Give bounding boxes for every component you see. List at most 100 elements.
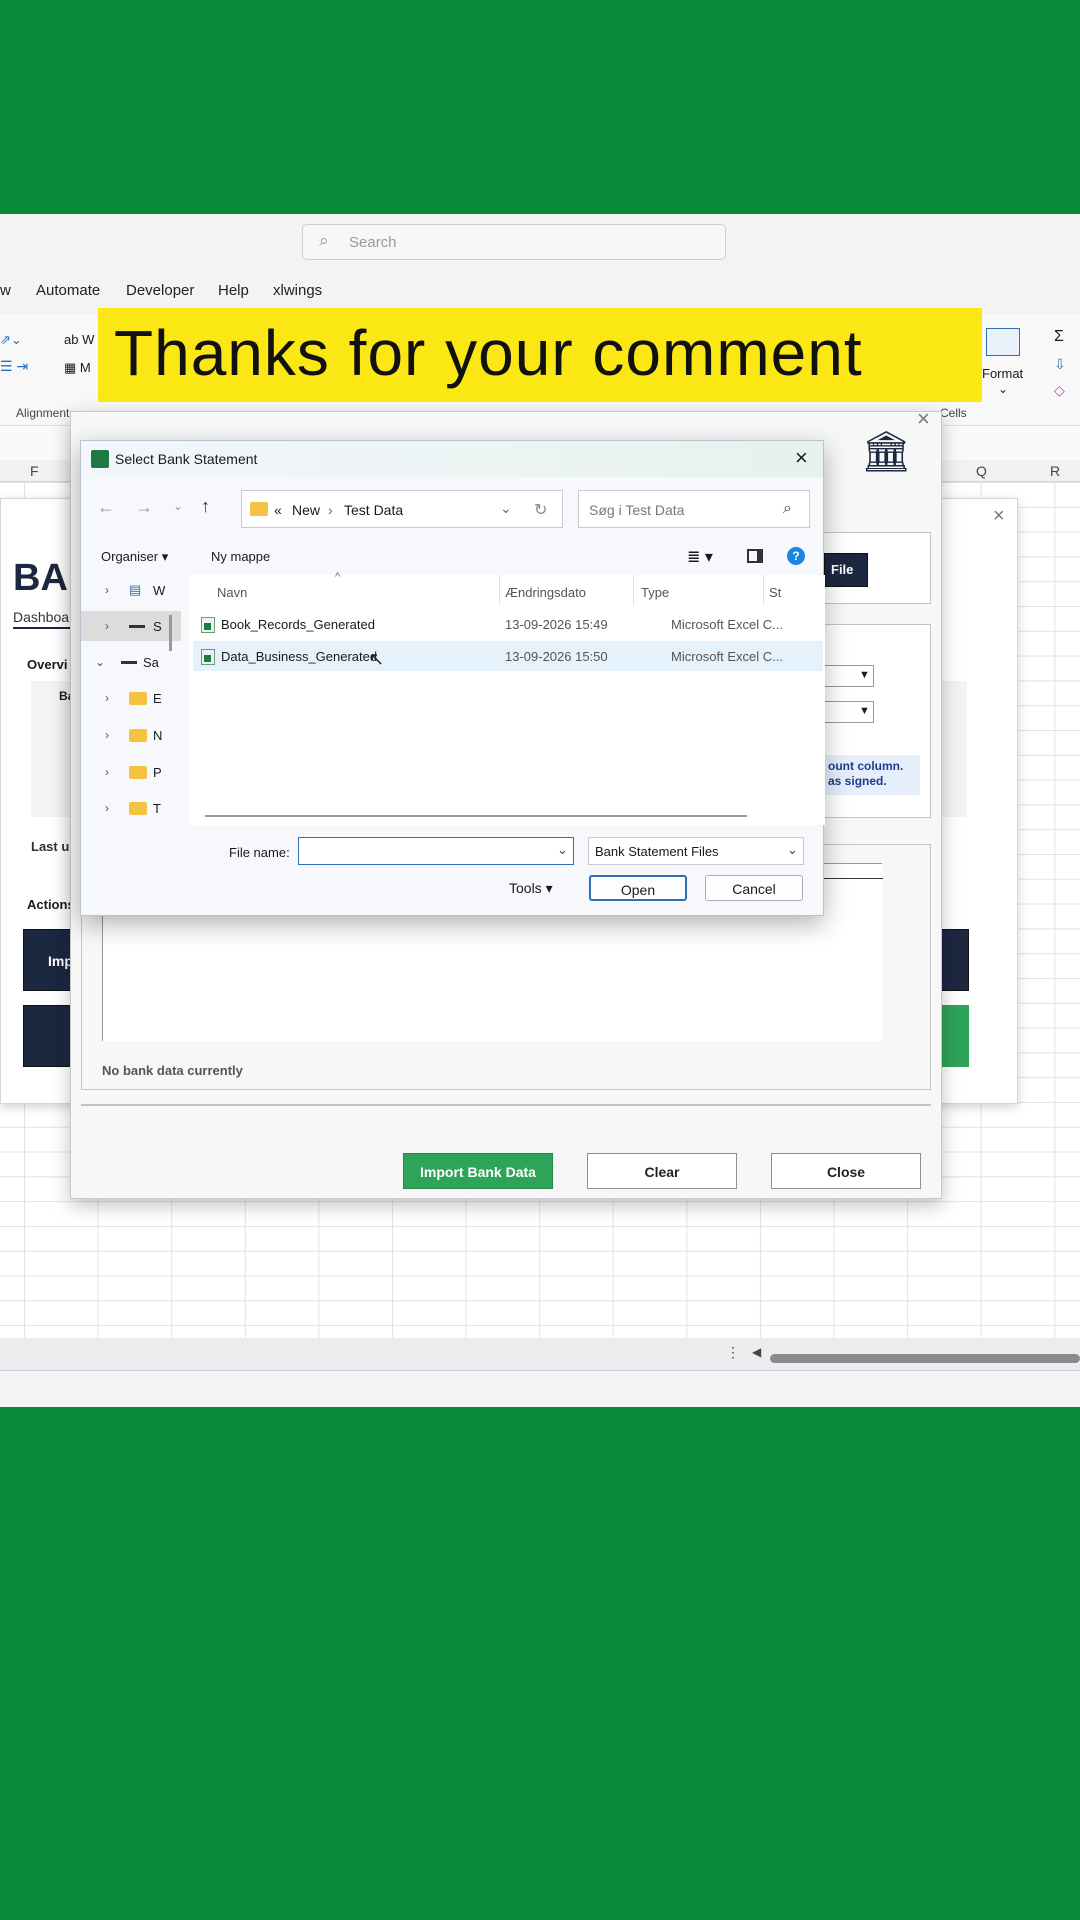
format-button[interactable]: Format [982, 366, 1023, 381]
forward-arrow-icon[interactable]: → [135, 497, 153, 518]
indent-icon[interactable]: ☰ ⇥ [0, 358, 28, 375]
dashboard-close-icon[interactable]: × [993, 505, 1005, 528]
folder-icon [129, 692, 147, 705]
wrap-text-label: W [82, 332, 95, 347]
drive-icon [121, 661, 137, 664]
dialog-search-input[interactable]: Søg i Test Data ⌕ [578, 490, 810, 528]
tree-item-3[interactable]: ⌄ Sa [81, 647, 181, 677]
merge-label: M [79, 360, 91, 375]
up-arrow-icon[interactable]: ↑ [201, 496, 210, 517]
menu-automate[interactable]: Automate [36, 282, 100, 299]
column-header-q[interactable]: Q [976, 463, 987, 479]
horizontal-scrollbar[interactable] [770, 1354, 1080, 1363]
fill-icon[interactable]: ⇩ [1054, 356, 1066, 373]
file-type-filter[interactable]: Bank Statement Files ⌄ [588, 837, 804, 865]
address-dropdown-icon[interactable]: ⌄ [500, 500, 512, 517]
import-bank-data-button[interactable]: Import Bank Data [403, 1153, 553, 1189]
tree-item-1[interactable]: › ▤ W [81, 575, 181, 605]
menu-help[interactable]: Help [218, 282, 249, 299]
tree-label: E [153, 691, 162, 706]
scroll-left-icon[interactable]: ◀ [752, 1345, 761, 1359]
column-separator [763, 575, 764, 605]
menu-view[interactable]: w [0, 282, 11, 299]
cancel-button[interactable]: Cancel [705, 875, 803, 901]
merge-button[interactable]: ▦ M [64, 360, 91, 376]
excel-file-icon [201, 617, 215, 633]
preview-pane-icon[interactable] [747, 549, 763, 563]
file-date: 13-09-2026 15:49 [505, 617, 608, 632]
title-bar: ⌕ Search [0, 214, 1080, 270]
dashboard-tab[interactable]: Dashboa [13, 609, 69, 625]
collapse-chevron-icon: ⌄ [95, 655, 106, 669]
tree-item-7[interactable]: › T [81, 793, 181, 823]
mouse-cursor-icon: ↖ [369, 649, 385, 669]
folder-icon [129, 766, 147, 779]
breadcrumb-new[interactable]: New [292, 502, 320, 518]
bank-icon: 🏛 [861, 430, 912, 474]
column-header-f[interactable]: F [30, 463, 39, 479]
bank-form-close-icon[interactable]: × [917, 406, 930, 432]
excel-search-box[interactable]: ⌕ Search [302, 224, 726, 260]
setting-dropdown-1[interactable]: ▼ [824, 665, 874, 687]
breadcrumb-prefix: « [274, 502, 282, 518]
file-list: ^ Navn Ændringsdato Type St Book_Records… [189, 571, 825, 825]
column-date-header[interactable]: Ændringsdato [505, 585, 586, 600]
dashboard-action-button-3[interactable] [939, 929, 969, 991]
bottom-bar [0, 1370, 1080, 1407]
more-options-icon[interactable]: ⋮ [726, 1344, 740, 1361]
close-button[interactable]: Close [771, 1153, 921, 1189]
column-header-r[interactable]: R [1050, 463, 1060, 479]
menu-developer[interactable]: Developer [126, 282, 194, 299]
clear-button[interactable]: Clear [587, 1153, 737, 1189]
caption-banner: Thanks for your comment [98, 308, 982, 402]
expand-chevron-icon: › [105, 583, 109, 597]
file-dialog-close-icon[interactable]: × [795, 445, 808, 471]
expand-chevron-icon: › [105, 801, 109, 815]
excel-file-icon [201, 649, 215, 665]
tree-label: T [153, 801, 161, 816]
tree-item-6[interactable]: › P [81, 757, 181, 787]
clear-icon[interactable]: ◇ [1054, 382, 1065, 399]
column-name-header[interactable]: Navn [217, 585, 247, 600]
tab-underline [13, 627, 73, 629]
tree-item-4[interactable]: › E [81, 683, 181, 713]
tools-menu[interactable]: Tools ▾ [509, 880, 553, 897]
view-options-icon[interactable]: ≣ ▾ [687, 547, 713, 567]
dashboard-action-button-4[interactable] [939, 1005, 969, 1067]
search-icon: ⌕ [319, 231, 329, 250]
browse-file-button[interactable]: File [824, 553, 868, 587]
orientation-icon[interactable]: ⇗⌄ [0, 332, 22, 348]
file-row[interactable]: Book_Records_Generated 13-09-2026 15:49 … [193, 609, 823, 639]
column-type-header[interactable]: Type [641, 585, 669, 600]
autosum-icon[interactable]: Σ [1054, 328, 1064, 346]
folder-icon [129, 802, 147, 815]
wrap-text-button[interactable]: ab W [64, 332, 94, 347]
address-bar[interactable]: « New › Test Data ⌄ ↻ [241, 490, 563, 528]
recent-chevron-icon[interactable]: ⌄ [173, 499, 183, 513]
actions-label: Actions [27, 897, 75, 912]
file-list-hscrollbar[interactable] [205, 815, 747, 817]
breadcrumb-test-data[interactable]: Test Data [344, 502, 403, 518]
network-icon: ▤ [129, 582, 142, 597]
file-row[interactable]: Data_Business_Generated 13-09-2026 15:50… [193, 641, 823, 671]
file-name-input[interactable]: ⌄ [298, 837, 574, 865]
organise-label: Organiser [101, 549, 159, 564]
help-icon[interactable]: ? [787, 547, 805, 565]
setting-dropdown-2[interactable]: ▼ [824, 701, 874, 723]
dropdown-arrow-icon: ▼ [859, 705, 870, 717]
tree-item-2[interactable]: › S [81, 611, 181, 641]
open-button[interactable]: Open [589, 875, 687, 901]
organise-menu[interactable]: Organiser ▾ [101, 549, 168, 565]
menu-xlwings[interactable]: xlwings [273, 282, 322, 299]
format-note-line-1: ount column. [828, 759, 904, 773]
new-folder-button[interactable]: Ny mappe [211, 549, 270, 564]
nav-pane-scrollbar[interactable] [169, 615, 172, 651]
last-updated-label: Last u [31, 839, 70, 854]
back-arrow-icon[interactable]: ← [97, 497, 115, 518]
column-size-header[interactable]: St [769, 585, 781, 600]
tree-item-5[interactable]: › N [81, 720, 181, 750]
file-type: Microsoft Excel C... [671, 649, 783, 664]
format-note: ount column. as signed. [824, 755, 920, 795]
file-name-dropdown-icon[interactable]: ⌄ [557, 842, 568, 858]
refresh-icon[interactable]: ↻ [534, 500, 547, 520]
